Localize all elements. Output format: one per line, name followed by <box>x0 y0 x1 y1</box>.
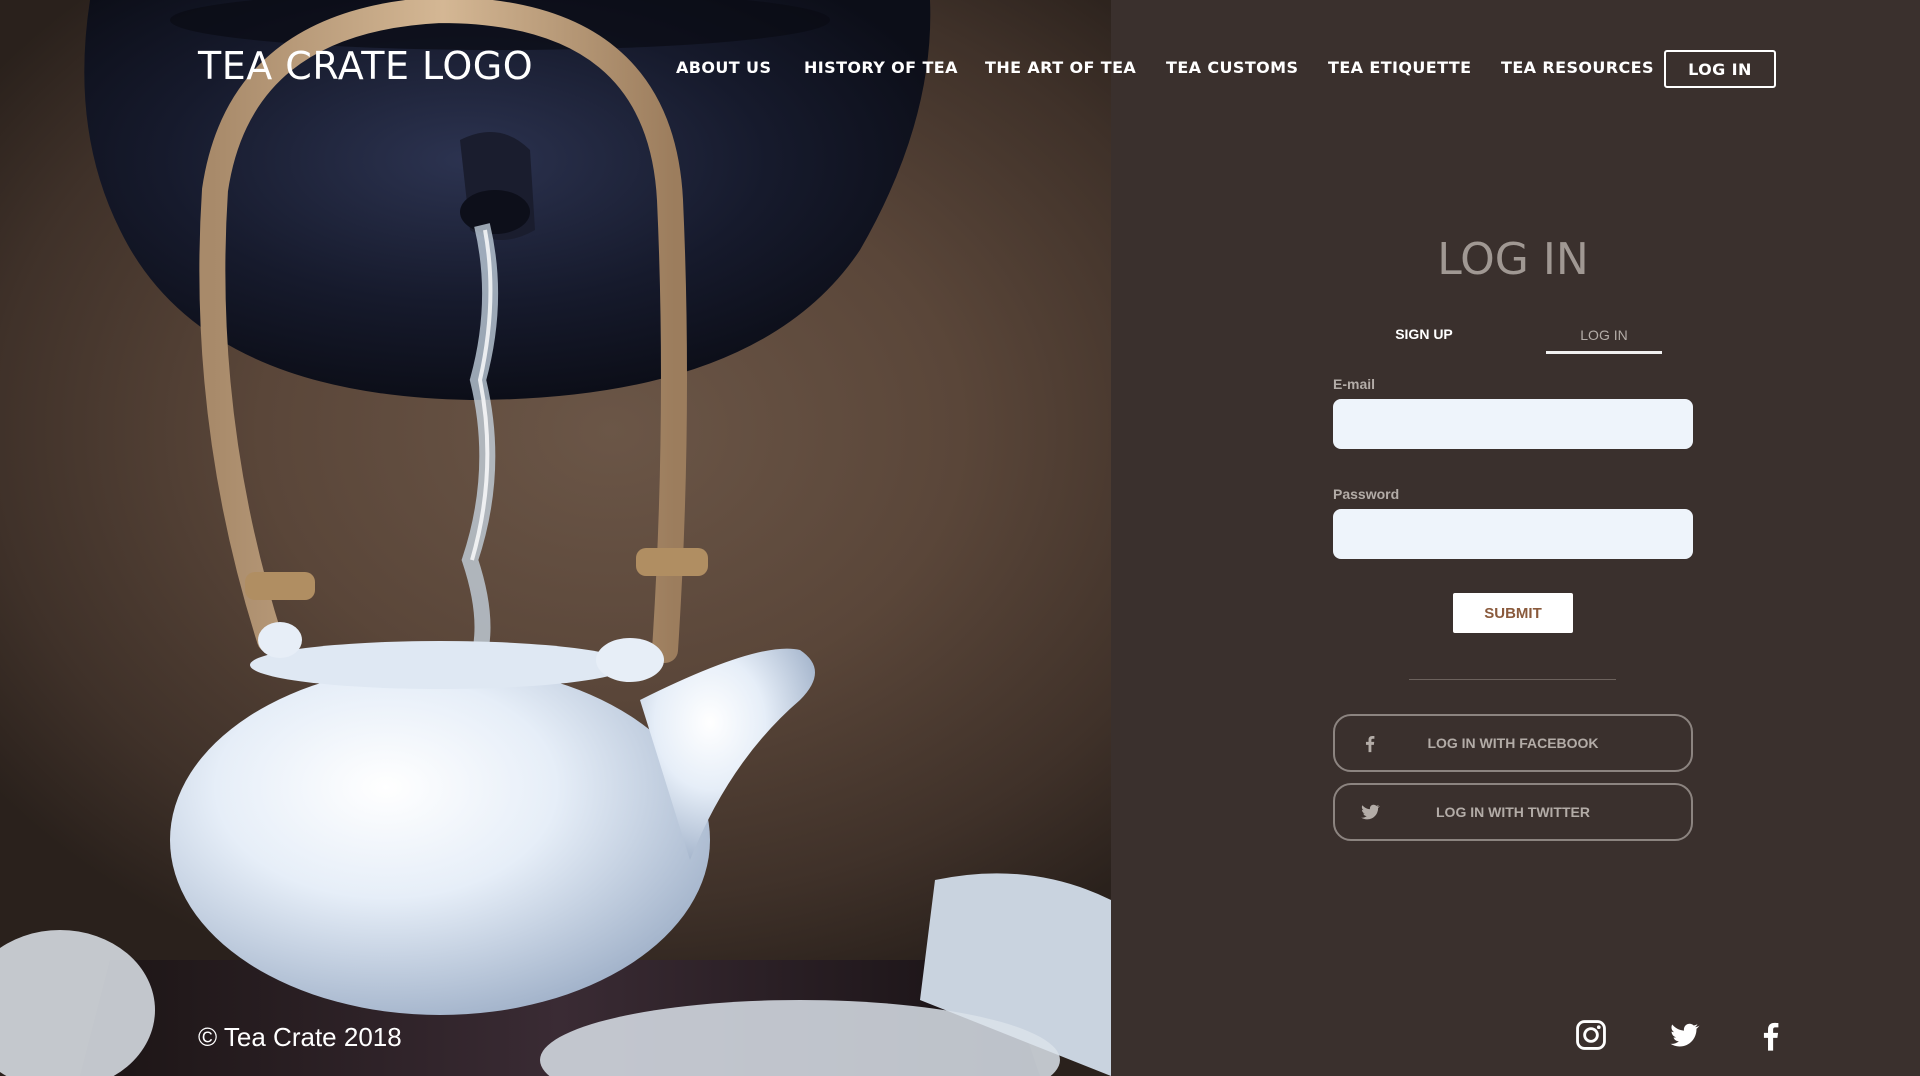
teapot-illustration <box>0 0 1111 1076</box>
nav-tea-customs[interactable]: TEA CUSTOMS <box>1166 58 1298 77</box>
password-field[interactable] <box>1333 509 1693 559</box>
twitter-login-label: LOG IN WITH TWITTER <box>1436 804 1590 820</box>
site-logo[interactable]: TEA CRATE LOGO <box>198 44 533 88</box>
copyright-text: © Tea Crate 2018 <box>198 1022 402 1052</box>
nav-tea-resources[interactable]: TEA RESOURCES <box>1501 58 1654 77</box>
nav-history-of-tea[interactable]: HISTORY OF TEA <box>804 58 958 77</box>
header-login-button[interactable]: LOG IN <box>1664 50 1776 88</box>
instagram-icon[interactable] <box>1574 1018 1608 1052</box>
tab-log-in[interactable]: LOG IN <box>1546 327 1662 354</box>
nav-about-us[interactable]: ABOUT US <box>676 58 771 77</box>
facebook-login-button[interactable]: LOG IN WITH FACEBOOK <box>1333 714 1693 772</box>
form-divider <box>1409 679 1616 680</box>
facebook-login-label: LOG IN WITH FACEBOOK <box>1427 735 1599 751</box>
twitter-icon[interactable] <box>1667 1018 1701 1052</box>
twitter-icon <box>1361 804 1381 820</box>
email-field[interactable] <box>1333 399 1693 449</box>
facebook-icon[interactable] <box>1754 1018 1788 1052</box>
twitter-login-button[interactable]: LOG IN WITH TWITTER <box>1333 783 1693 841</box>
login-title: LOG IN <box>1437 234 1589 285</box>
nav-tea-etiquette[interactable]: TEA ETIQUETTE <box>1328 58 1471 77</box>
email-label: E-mail <box>1333 376 1376 392</box>
tab-sign-up[interactable]: SIGN UP <box>1370 326 1478 342</box>
submit-button[interactable]: SUBMIT <box>1453 593 1573 633</box>
nav-art-of-tea[interactable]: THE ART OF TEA <box>985 58 1136 77</box>
hero-photo <box>0 0 1111 1076</box>
facebook-icon <box>1365 735 1375 753</box>
password-label: Password <box>1333 486 1400 502</box>
